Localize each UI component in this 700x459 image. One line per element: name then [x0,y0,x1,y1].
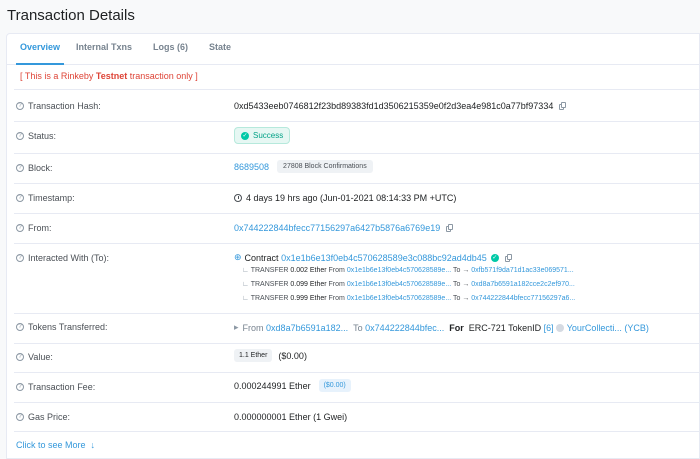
value-usd: ($0.00) [278,350,307,361]
internal-transfer-row: ∟ TRANSFER 0.099 Ether From 0x1e1b6e13f0… [242,281,575,288]
status-badge: ✓ Success [234,127,291,144]
gas-value: 0.000000001 Ether (1 Gwei) [234,412,348,422]
contract-address-link[interactable]: 0x1e1b6e13f0eb4c570628589e3c088bc92ad4db… [281,253,487,263]
copy-icon[interactable] [504,253,512,262]
transfer-to-link[interactable]: 0x744222844bfecc77156297a6... [471,295,575,302]
token-logo-icon [555,323,564,332]
question-circle-icon[interactable]: ? [16,413,24,421]
divider [14,402,699,403]
transfer-from-link[interactable]: 0x1e1b6e13f0eb4c570628589e... [347,295,451,302]
question-circle-icon[interactable]: ? [16,194,24,202]
divider [14,343,699,344]
caret-right-icon: ▸ [234,322,239,332]
notice-suffix: transaction only ] [127,71,198,81]
question-circle-icon[interactable]: ? [16,164,24,172]
internal-transfer-row: ∟ TRANSFER 0.002 Ether From 0x1e1b6e13f0… [242,267,574,274]
value-label: ? Value: [16,352,53,362]
block-label: ? Block: [16,163,53,173]
fee-usd-badge: ($0.00) [318,379,351,392]
interacted-value-row: ⊕ Contract 0x1e1b6e13f0eb4c570628589e3c0… [234,252,512,263]
divider [14,121,699,122]
internal-transfer-row: ∟ TRANSFER 0.999 Ether From 0x1e1b6e13f0… [242,295,576,302]
hash-label: ? Transaction Hash: [16,101,101,111]
sub-arrow-icon: ∟ [242,267,249,274]
tab-overview[interactable]: Overview [16,34,64,65]
block-value-row: 8689508 27808 Block Confirmations [234,160,373,173]
question-circle-icon[interactable]: ? [16,353,24,361]
contract-prefix: Contract [244,252,279,263]
question-circle-icon[interactable]: ? [16,383,24,391]
question-circle-icon[interactable]: ? [16,102,24,110]
from-label: ? From: [16,223,52,233]
page-title: Transaction Details [7,7,135,24]
from-value-row: 0x744222844bfecc77156297a6427b5876a6769e… [234,223,454,233]
sub-arrow-icon: ∟ [242,281,249,288]
question-circle-icon[interactable]: ? [16,132,24,140]
notice-prefix: [ This is a Rinkeby [20,71,96,81]
clock-icon [234,194,242,202]
value-amount-badge: 1.1 Ether [234,349,273,362]
notice-testnet: Testnet [95,71,128,81]
divider [14,243,699,244]
copy-icon[interactable] [446,224,454,232]
gas-label: ? Gas Price: [16,412,70,422]
fee-value: 0.000244991 Ether [234,380,311,391]
tab-bar: Overview Internal Txns Logs (6) State [7,34,699,65]
tab-internal-txns[interactable]: Internal Txns [76,34,132,63]
transaction-card: Overview Internal Txns Logs (6) State [ … [6,33,700,459]
transfer-from-link[interactable]: 0x1e1b6e13f0eb4c570628589e... [347,267,451,274]
see-more-link[interactable]: Click to see More ↓ [16,440,95,450]
divider [14,89,699,90]
token-standard: ERC-721 TokenID [468,322,542,333]
confirmations-badge: 27808 Block Confirmations [277,160,373,173]
fee-row: 0.000244991 Ether ($0.00) [234,379,351,392]
tab-logs[interactable]: Logs (6) [153,34,188,63]
tokens-value-row: ▸ From 0xd8a7b6591a182... To 0x744222844… [234,322,649,333]
transaction-hash: 0xd5433eeb0746812f23bd89383fd1d350621535… [234,101,554,111]
token-for-label: For [449,322,464,333]
hash-value-row: 0xd5433eeb0746812f23bd89383fd1d350621535… [234,101,567,111]
transfer-to-link[interactable]: 0xfb571f9da71d1ac33e069571... [471,267,573,274]
token-from-label: From [242,322,264,333]
divider [14,372,699,373]
question-circle-icon[interactable]: ? [16,254,24,262]
token-from-link[interactable]: 0xd8a7b6591a182... [266,323,348,333]
check-circle-icon: ✓ [490,253,499,262]
arrow-down-icon: ↓ [90,440,96,450]
question-circle-icon[interactable]: ? [16,224,24,232]
timestamp-label: ? Timestamp: [16,193,75,203]
token-name-link[interactable]: YourCollecti... (YCB) [567,323,649,333]
divider [14,431,699,432]
from-address-link[interactable]: 0x744222844bfecc77156297a6427b5876a6769e… [234,223,440,233]
gas-row: 0.000000001 Ether (1 Gwei) [234,412,347,422]
tab-state[interactable]: State [209,34,231,63]
divider [14,313,699,314]
value-row: 1.1 Ether ($0.00) [234,349,307,362]
divider [14,153,699,154]
token-to-label: To [353,322,363,333]
interacted-label: ? Interacted With (To): [16,253,109,263]
sub-arrow-icon: ∟ [242,295,249,302]
fee-label: ? Transaction Fee: [16,382,95,392]
testnet-notice: [ This is a Rinkeby Testnet transaction … [20,71,198,81]
transfer-to-link[interactable]: 0xd8a7b6591a182cce2c2ef970... [471,281,575,288]
status-value-row: ✓ Success [234,127,291,144]
timestamp-value: 4 days 19 hrs ago (Jun-01-2021 08:14:33 … [246,193,457,203]
timestamp-value-row: 4 days 19 hrs ago (Jun-01-2021 08:14:33 … [234,193,456,203]
token-to-link[interactable]: 0x744222844bfec... [365,323,444,333]
tokens-label: ? Tokens Transferred: [16,322,108,332]
transfer-from-link[interactable]: 0x1e1b6e13f0eb4c570628589e... [347,281,451,288]
block-number-link[interactable]: 8689508 [234,162,269,172]
status-label: ? Status: [16,131,56,141]
divider [14,183,699,184]
check-circle-icon: ✓ [241,131,249,140]
question-circle-icon[interactable]: ? [16,323,24,331]
divider [14,213,699,214]
token-id-link[interactable]: [6] [544,323,554,333]
contract-icon: ⊕ [234,252,242,262]
copy-icon[interactable] [559,102,567,110]
